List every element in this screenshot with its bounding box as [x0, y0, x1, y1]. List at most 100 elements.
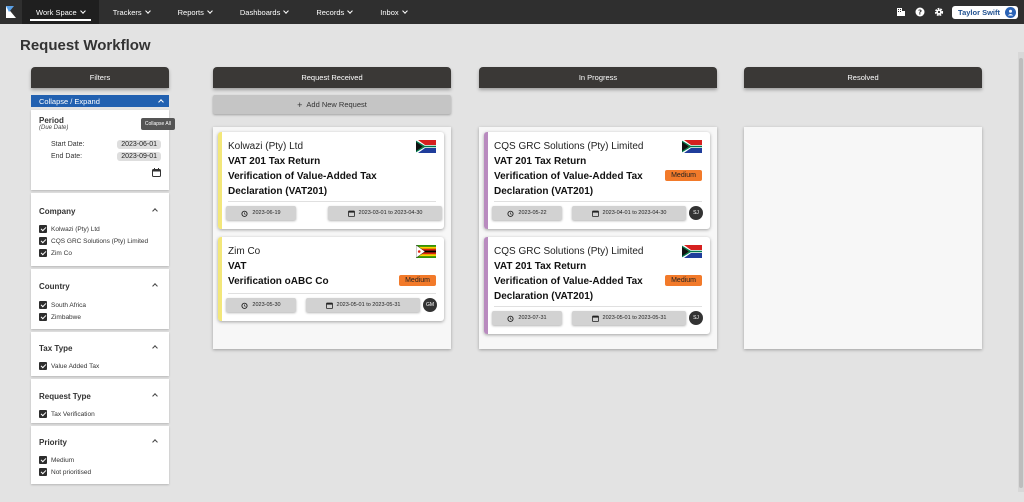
card-description: Verification of Value-Added Tax [494, 276, 643, 287]
checkbox-checked[interactable] [39, 249, 47, 257]
card-status-stripe [218, 237, 222, 321]
card-tax-type: VAT 201 Tax Return [494, 261, 587, 272]
filter-option-vat[interactable]: Value Added Tax [39, 362, 169, 370]
filter-option-kolwazi[interactable]: Kolwazi (Pty) Ltd [39, 225, 169, 233]
due-date-chip[interactable]: 2023-05-30 [226, 298, 296, 312]
filter-option-cqs[interactable]: CQS GRC Solutions (Pty) Limited [39, 237, 169, 245]
page-title: Request Workflow [20, 37, 151, 54]
card-company: CQS GRC Solutions (Pty) Limited [494, 246, 644, 257]
filter-priority-title[interactable]: Priority [39, 438, 169, 447]
option-label: Value Added Tax [51, 362, 100, 370]
logo-icon [6, 6, 16, 18]
calendar-button[interactable] [39, 164, 169, 182]
card-divider [228, 293, 436, 294]
filter-option-zim-co[interactable]: Zim Co [39, 249, 169, 257]
checkbox-checked[interactable] [39, 362, 47, 370]
start-date-input[interactable]: 2023-06-01 [117, 140, 161, 149]
start-date-row: Start Date: 2023-06-01 [39, 140, 169, 149]
priority-badge: Medium [665, 170, 702, 181]
add-new-request-button[interactable]: + Add New Request [213, 95, 451, 114]
filter-country: Country South Africa Zimbabwe [31, 269, 169, 329]
app-logo[interactable] [0, 0, 22, 24]
option-label: CQS GRC Solutions (Pty) Limited [51, 237, 149, 245]
help-icon[interactable]: ? [914, 7, 925, 18]
assignee-avatar[interactable]: GM [423, 298, 437, 312]
chevron-up-icon [152, 283, 158, 289]
nav-item-reports[interactable]: Reports [164, 0, 226, 24]
collapse-expand-button[interactable]: Collapse / Expand [31, 95, 169, 107]
column-body: CQS GRC Solutions (Pty) Limited VAT 201 … [479, 127, 717, 349]
request-card[interactable]: Kolwazi (Pty) Ltd VAT 201 Tax Return Ver… [218, 132, 444, 229]
nav-item-dashboards[interactable]: Dashboards [226, 0, 302, 24]
south-africa-flag-icon [682, 245, 702, 258]
nav-item-work-space[interactable]: Work Space [22, 0, 99, 24]
filter-tax-type: Tax Type Value Added Tax [31, 332, 169, 376]
end-date-row: End Date: 2023-09-01 [39, 152, 169, 161]
request-card[interactable]: CQS GRC Solutions (Pty) Limited VAT 201 … [484, 237, 710, 334]
card-tax-type: VAT 201 Tax Return [228, 156, 321, 167]
nav-item-label: Records [316, 7, 345, 17]
south-africa-flag-icon [416, 140, 436, 153]
user-menu-button[interactable]: Taylor Swift [952, 5, 1018, 19]
due-date-chip[interactable]: 2023-06-19 [226, 206, 296, 220]
assignee-avatar[interactable]: SJ [689, 206, 703, 220]
alarm-clock-icon [507, 210, 514, 217]
chevron-up-icon [152, 393, 158, 399]
filter-tax-type-title[interactable]: Tax Type [39, 344, 169, 353]
priority-badge: Medium [399, 275, 436, 286]
plus-icon: + [297, 99, 303, 110]
nav-item-label: Work Space [36, 7, 77, 17]
filter-company-title[interactable]: Company [39, 207, 169, 216]
request-card[interactable]: Zim Co VAT Verification oABC Co Medium 2… [218, 237, 444, 321]
end-date-label: End Date: [51, 153, 83, 160]
chevron-down-icon [401, 7, 408, 14]
period-range-chip[interactable]: 2023-05-01 to 2023-05-31 [306, 298, 420, 312]
user-icon [1005, 6, 1016, 18]
option-label: Zimbabwe [51, 313, 81, 321]
chevron-down-icon [283, 7, 290, 14]
period-range-chip[interactable]: 2023-05-01 to 2023-05-31 [572, 311, 686, 325]
period-range: 2023-05-01 to 2023-05-31 [602, 315, 667, 321]
user-name: Taylor Swift [958, 7, 1000, 17]
checkbox-checked[interactable] [39, 237, 47, 245]
checkbox-checked[interactable] [39, 410, 47, 418]
option-label: Medium [51, 456, 75, 464]
due-date-chip[interactable]: 2023-05-22 [492, 206, 562, 220]
filter-request-type-title[interactable]: Request Type [39, 392, 169, 401]
gear-icon[interactable] [933, 7, 944, 18]
filter-country-title[interactable]: Country [39, 282, 169, 291]
chevron-up-icon [152, 208, 158, 214]
filter-option-not-prioritised[interactable]: Not prioritised [39, 468, 169, 476]
request-card[interactable]: CQS GRC Solutions (Pty) Limited VAT 201 … [484, 132, 710, 229]
card-description-line2: Declaration (VAT201) [228, 186, 328, 197]
due-date: 2023-06-19 [252, 210, 281, 216]
column-body: Kolwazi (Pty) Ltd VAT 201 Tax Return Ver… [213, 127, 451, 349]
checkbox-checked[interactable] [39, 456, 47, 464]
page-scrollbar-thumb[interactable] [1019, 58, 1023, 488]
checkbox-checked[interactable] [39, 313, 47, 321]
filter-option-medium[interactable]: Medium [39, 456, 169, 464]
nav-item-records[interactable]: Records [302, 0, 366, 24]
column-header: In Progress [479, 67, 717, 88]
filter-option-zimbabwe[interactable]: Zimbabwe [39, 313, 169, 321]
end-date-input[interactable]: 2023-09-01 [117, 152, 161, 161]
due-date-chip[interactable]: 2023-07-31 [492, 311, 562, 325]
checkbox-checked[interactable] [39, 225, 47, 233]
card-company: CQS GRC Solutions (Pty) Limited [494, 141, 644, 152]
nav-item-trackers[interactable]: Trackers [99, 0, 164, 24]
calendar-icon [325, 302, 333, 309]
nav-item-label: Reports [177, 7, 204, 17]
period-range-chip[interactable]: 2023-03-01 to 2023-04-30 [328, 206, 442, 220]
assignee-avatar[interactable]: SJ [689, 311, 703, 325]
filter-company: Company Kolwazi (Pty) Ltd CQS GRC Soluti… [31, 193, 169, 266]
checkbox-checked[interactable] [39, 301, 47, 309]
building-icon[interactable] [895, 7, 906, 18]
filter-option-tax-verification[interactable]: Tax Verification [39, 410, 169, 418]
period-range-chip[interactable]: 2023-04-01 to 2023-04-30 [572, 206, 686, 220]
filters-panel: Filters Collapse / Expand Period (Due Da… [31, 67, 175, 484]
filter-option-south-africa[interactable]: South Africa [39, 301, 169, 309]
nav-item-inbox[interactable]: Inbox [366, 0, 420, 24]
zimbabwe-flag-icon [416, 245, 436, 258]
period-range: 2023-05-01 to 2023-05-31 [336, 302, 401, 308]
checkbox-checked[interactable] [39, 468, 47, 476]
